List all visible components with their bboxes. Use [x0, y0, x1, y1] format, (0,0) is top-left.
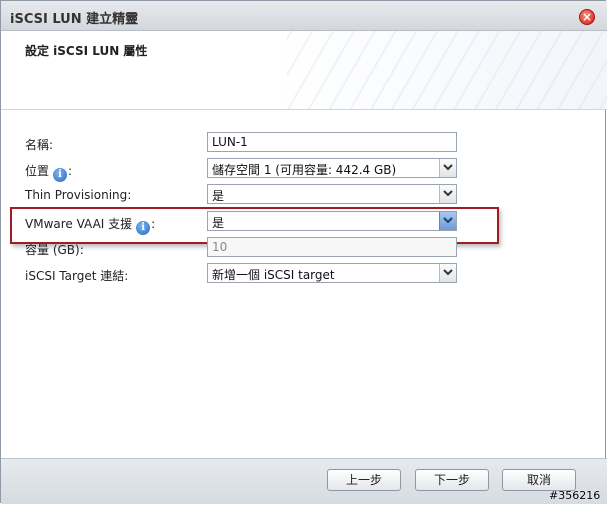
watermark: #356216 — [549, 489, 601, 502]
chevron-down-icon[interactable] — [439, 159, 456, 177]
wizard-header: 設定 iSCSI LUN 屬性 — [1, 31, 607, 110]
name-label: 名稱: — [25, 138, 54, 152]
page-title: 設定 iSCSI LUN 屬性 — [25, 44, 148, 58]
cancel-button[interactable]: 取消 — [502, 469, 576, 491]
thin-provisioning-label: Thin Provisioning: — [25, 188, 132, 202]
header-decoration — [287, 31, 607, 109]
thin-provisioning-select[interactable]: 是 — [207, 184, 457, 204]
capacity-input[interactable]: 10 — [207, 237, 457, 257]
target-label: iSCSI Target 連結: — [25, 269, 129, 283]
name-input-value: LUN-1 — [212, 135, 248, 149]
target-select-value: 新增一個 iSCSI target — [212, 268, 335, 282]
close-icon[interactable]: × — [579, 9, 595, 25]
location-label: 位置 i: — [25, 164, 73, 182]
next-button[interactable]: 下一步 — [415, 469, 489, 491]
location-select[interactable]: 儲存空間 1 (可用容量: 442.4 GB) — [207, 158, 457, 178]
target-select[interactable]: 新增一個 iSCSI target — [207, 263, 457, 283]
back-button[interactable]: 上一步 — [327, 469, 401, 491]
window-title: iSCSI LUN 建立精靈 — [10, 12, 139, 27]
chevron-down-icon[interactable] — [439, 185, 456, 203]
location-select-value: 儲存空間 1 (可用容量: 442.4 GB) — [212, 163, 397, 177]
info-icon[interactable]: i — [53, 168, 68, 182]
chevron-down-icon[interactable] — [439, 264, 456, 282]
title-bar[interactable]: iSCSI LUN 建立精靈 × — [1, 1, 607, 31]
thin-provisioning-value: 是 — [212, 189, 225, 203]
capacity-input-value: 10 — [212, 240, 228, 254]
capacity-label: 容量 (GB): — [25, 243, 84, 257]
name-input[interactable]: LUN-1 — [207, 132, 457, 152]
wizard-dialog: iSCSI LUN 建立精靈 × 設定 iSCSI LUN 屬性 名稱: LUN… — [0, 0, 607, 504]
